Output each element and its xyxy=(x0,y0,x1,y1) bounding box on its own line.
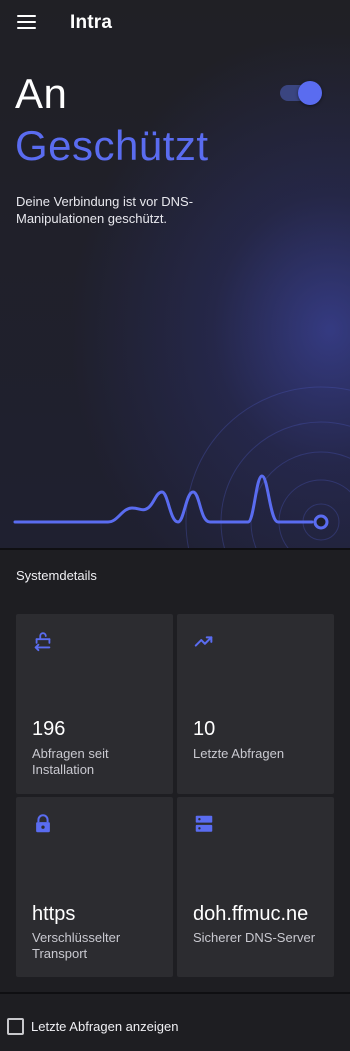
toggle-thumb xyxy=(298,81,322,105)
stat-value: 10 xyxy=(193,718,216,740)
divider xyxy=(0,548,350,550)
trending-up-icon xyxy=(194,636,213,647)
stat-card-total-queries[interactable]: 196 Abfragen seit Installation xyxy=(16,614,173,794)
checkbox-label[interactable]: Letzte Abfragen anzeigen xyxy=(31,1019,178,1034)
lock-icon xyxy=(36,814,50,833)
stat-card-dns-server[interactable]: doh.ffmuc.ne Sicherer DNS-Server xyxy=(177,797,334,977)
stat-label: Letzte Abfragen xyxy=(193,746,285,761)
dns-server-icon xyxy=(195,815,213,832)
protection-toggle[interactable] xyxy=(280,80,324,106)
stat-label: Abfragen seit Installation xyxy=(32,746,109,777)
status-state: An xyxy=(15,70,68,117)
stat-label: Verschlüsselter Transport xyxy=(32,930,121,961)
status-description: Deine Verbindung ist vor DNS-Manipulatio… xyxy=(16,194,194,226)
stat-value: https xyxy=(32,903,76,925)
stat-value: doh.ffmuc.ne xyxy=(193,903,309,925)
stat-label: Sicherer DNS-Server xyxy=(193,930,316,945)
menu-icon[interactable] xyxy=(14,10,42,36)
lock-open-arrow-icon xyxy=(34,632,51,652)
status-headline: Geschützt xyxy=(15,122,209,169)
show-recent-queries-checkbox[interactable] xyxy=(7,1018,24,1035)
activity-wave-graphic xyxy=(13,386,350,548)
stat-card-transport[interactable]: https Verschlüsselter Transport xyxy=(16,797,173,977)
section-title-system-details: Systemdetails xyxy=(16,568,97,583)
footer-bar: Letzte Abfragen anzeigen xyxy=(0,994,350,1051)
top-app-bar: Intra xyxy=(0,0,350,46)
status-hero: Intra An Geschützt Deine Verbindung ist … xyxy=(0,0,350,548)
app-title: Intra xyxy=(70,12,113,33)
stat-card-recent-queries[interactable]: 10 Letzte Abfragen xyxy=(177,614,334,794)
stat-value: 196 xyxy=(32,718,66,740)
